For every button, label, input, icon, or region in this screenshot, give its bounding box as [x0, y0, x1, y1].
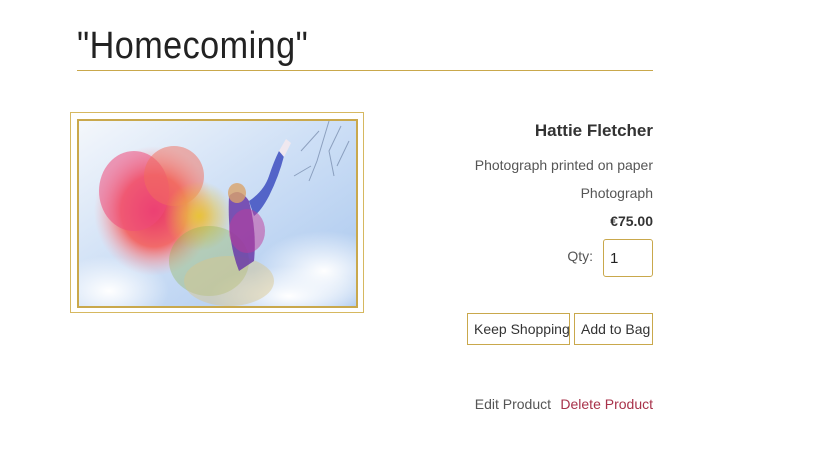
title-divider — [77, 70, 653, 71]
product-detail-page: "Homecoming" Hattie Fletcher Photograph … — [0, 0, 831, 450]
keep-shopping-button[interactable]: Keep Shopping — [467, 313, 570, 345]
quantity-input[interactable] — [603, 239, 653, 277]
product-photo — [79, 121, 356, 306]
product-category: Photograph — [580, 185, 653, 201]
delete-product-link[interactable]: Delete Product — [560, 396, 653, 412]
product-medium: Photograph printed on paper — [474, 157, 653, 173]
page-title: "Homecoming" — [77, 25, 309, 67]
quantity-label: Qty: — [567, 248, 593, 264]
product-price: €75.00 — [610, 213, 653, 229]
add-to-bag-button[interactable]: Add to Bag — [574, 313, 653, 345]
artist-name: Hattie Fletcher — [534, 121, 653, 140]
product-image[interactable] — [77, 119, 358, 308]
edit-product-link[interactable]: Edit Product — [475, 396, 551, 412]
